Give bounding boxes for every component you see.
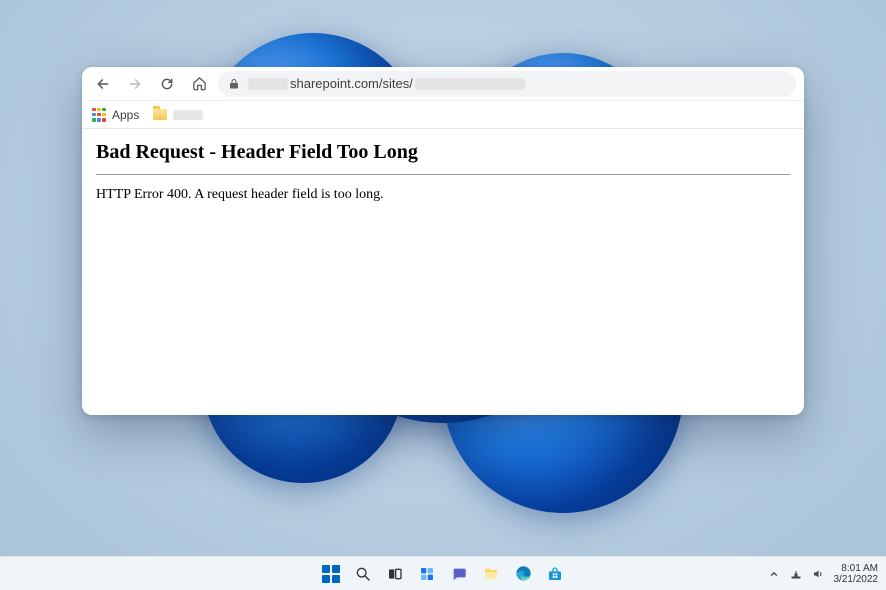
apps-shortcut[interactable]: Apps — [92, 108, 139, 122]
explorer-button[interactable] — [478, 561, 504, 587]
edge-button[interactable] — [510, 561, 536, 587]
bookmarks-bar: Apps — [82, 101, 804, 129]
arrow-left-icon — [96, 77, 110, 91]
taskbar: 8:01 AM 3/21/2022 — [0, 556, 886, 590]
folder-icon — [153, 109, 167, 120]
windows-logo-icon — [322, 565, 340, 583]
url-redacted-host-prefix — [248, 78, 288, 90]
apps-icon — [92, 108, 106, 122]
home-button[interactable] — [186, 71, 212, 97]
bookmark-label-redacted — [173, 110, 203, 120]
taskbar-clock[interactable]: 8:01 AM 3/21/2022 — [834, 563, 879, 585]
sound-icon[interactable] — [810, 566, 826, 582]
bookmark-folder[interactable] — [153, 109, 203, 120]
store-icon — [547, 566, 563, 582]
tray-chevron-icon[interactable] — [766, 566, 782, 582]
page-content: Bad Request - Header Field Too Long HTTP… — [82, 129, 804, 415]
home-icon — [192, 76, 207, 91]
clock-date: 3/21/2022 — [834, 574, 879, 585]
desktop: sharepoint.com/sites/ Apps Bad Request - — [0, 0, 886, 590]
arrow-right-icon — [128, 77, 142, 91]
divider — [96, 174, 790, 175]
apps-label: Apps — [112, 108, 139, 122]
search-icon — [355, 566, 371, 582]
search-button[interactable] — [350, 561, 376, 587]
chat-icon — [451, 566, 467, 582]
url-redacted-path-suffix — [415, 78, 525, 90]
taskbar-right: 8:01 AM 3/21/2022 — [766, 557, 879, 590]
taskview-icon — [387, 566, 403, 582]
network-icon[interactable] — [788, 566, 804, 582]
widgets-icon — [419, 566, 435, 582]
error-body: HTTP Error 400. A request header field i… — [96, 187, 790, 203]
address-bar[interactable]: sharepoint.com/sites/ — [218, 71, 796, 97]
browser-window: sharepoint.com/sites/ Apps Bad Request - — [82, 67, 804, 415]
reload-icon — [160, 77, 174, 91]
taskview-button[interactable] — [382, 561, 408, 587]
reload-button[interactable] — [154, 71, 180, 97]
file-explorer-icon — [483, 566, 499, 582]
clock-time: 8:01 AM — [834, 563, 879, 574]
start-button[interactable] — [318, 561, 344, 587]
lock-icon — [228, 78, 240, 90]
taskbar-center — [318, 561, 568, 587]
back-button[interactable] — [90, 71, 116, 97]
url-visible-segment: sharepoint.com/sites/ — [290, 76, 413, 91]
widgets-button[interactable] — [414, 561, 440, 587]
error-heading: Bad Request - Header Field Too Long — [96, 141, 790, 164]
store-button[interactable] — [542, 561, 568, 587]
browser-toolbar: sharepoint.com/sites/ — [82, 67, 804, 101]
chat-button[interactable] — [446, 561, 472, 587]
forward-button[interactable] — [122, 71, 148, 97]
edge-icon — [515, 565, 532, 582]
system-tray[interactable] — [766, 566, 826, 582]
url-text: sharepoint.com/sites/ — [248, 76, 525, 91]
